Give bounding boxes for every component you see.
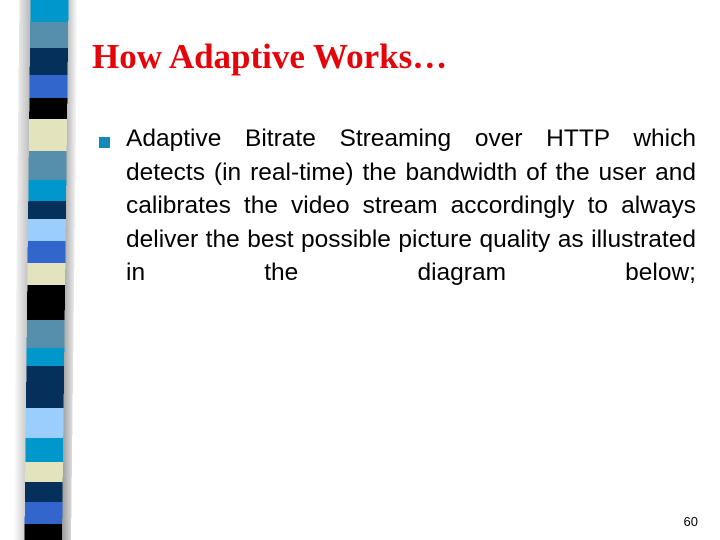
presentation-slide: How Adaptive Works… Adaptive Bitrate Str… xyxy=(0,0,720,540)
list-item: Adaptive Bitrate Streaming over HTTP whi… xyxy=(92,122,696,323)
left-stripe-decoration xyxy=(0,0,100,540)
body-content: Adaptive Bitrate Streaming over HTTP whi… xyxy=(92,122,696,323)
stripe-band-graphic xyxy=(13,0,78,540)
page-title: How Adaptive Works… xyxy=(92,37,448,76)
square-bullet-icon xyxy=(99,137,110,148)
title-block: How Adaptive Works… xyxy=(92,36,692,78)
bullet-paragraph: Adaptive Bitrate Streaming over HTTP whi… xyxy=(126,125,696,286)
slide-number: 60 xyxy=(683,514,698,529)
